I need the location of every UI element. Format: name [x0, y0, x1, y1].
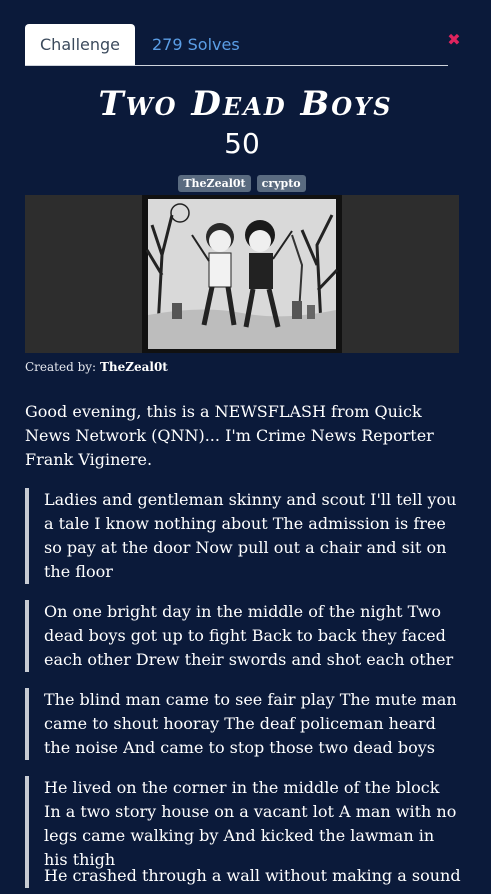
tag-author[interactable]: TheZeal0t: [178, 175, 251, 192]
challenge-points: 50: [224, 127, 260, 160]
verse-1: Ladies and gentleman skinny and scout I'…: [25, 488, 461, 584]
tag-list: TheZeal0t crypto: [0, 175, 484, 192]
verse-5: He crashed through a wall without making…: [25, 864, 461, 888]
challenge-intro: Good evening, this is a NEWSFLASH from Q…: [25, 402, 434, 469]
verse-2: On one bright day in the middle of the n…: [25, 600, 461, 672]
created-by: Created by: TheZeal0t: [25, 360, 168, 374]
tag-category[interactable]: crypto: [256, 175, 306, 192]
verse-4: He lived on the corner in the middle of …: [25, 776, 461, 872]
challenge-title: Two Dead Boys: [98, 84, 393, 124]
tab-challenge[interactable]: Challenge: [25, 24, 135, 65]
two-dead-boys-illustration: [142, 195, 342, 353]
close-icon[interactable]: ✖: [447, 32, 461, 48]
tab-solves[interactable]: 279 Solves: [152, 24, 240, 65]
challenge-image-frame: [25, 195, 459, 353]
created-by-label: Created by:: [25, 360, 97, 374]
challenge-tabs: Challenge 279 Solves: [25, 24, 448, 66]
verse-3: The blind man came to see fair play The …: [25, 688, 461, 760]
author-name: TheZeal0t: [99, 360, 168, 374]
